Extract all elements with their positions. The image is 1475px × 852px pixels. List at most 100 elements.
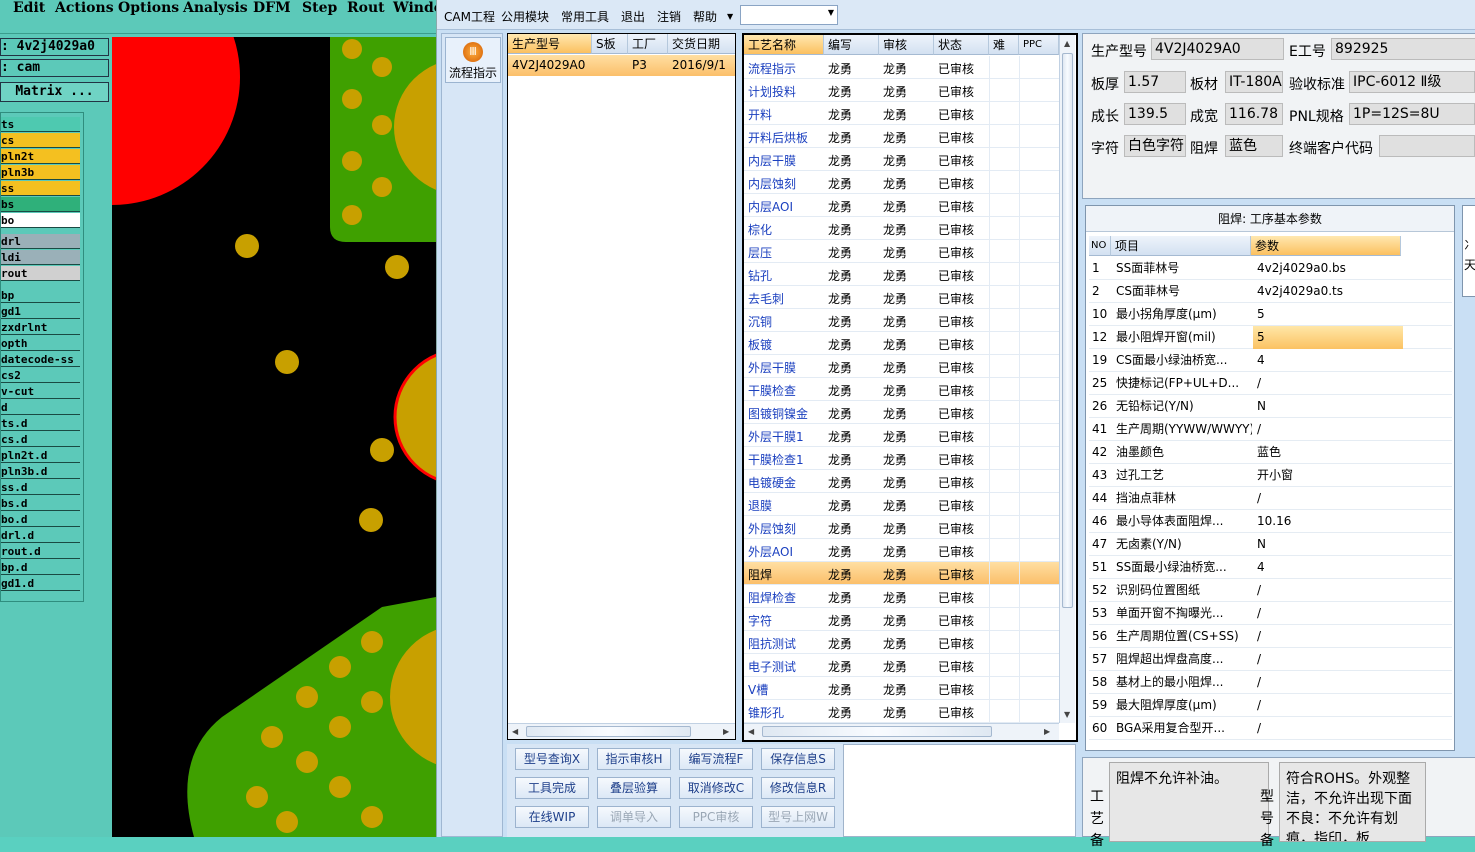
scroll-left-icon[interactable]: ◀ <box>748 727 754 736</box>
layer-row-ss[interactable]: ss <box>1 181 80 196</box>
layer-row-v-cut[interactable]: v-cut <box>1 384 80 399</box>
process-row[interactable]: 外层干膜1 龙勇 龙勇 已审核 <box>744 424 1060 447</box>
col-factory[interactable]: 工厂 <box>628 34 668 54</box>
process-note-text[interactable]: 阻焊不允许补油。 <box>1109 762 1269 842</box>
col-no[interactable]: NO <box>1089 236 1111 256</box>
process-row[interactable]: 内层干膜 龙勇 龙勇 已审核 <box>744 148 1060 171</box>
solder-mask-field[interactable]: 蓝色 <box>1225 135 1283 157</box>
layer-row-bo[interactable]: bo <box>1 213 80 228</box>
menu-cam-project[interactable]: CAM工程 <box>444 8 495 25</box>
edit-info-button[interactable]: 修改信息R <box>761 777 835 799</box>
param-row[interactable]: 43 过孔工艺 开小窗 <box>1089 464 1452 487</box>
scroll-thumb[interactable] <box>762 726 992 737</box>
customer-code-field[interactable] <box>1379 135 1475 157</box>
param-row[interactable]: 12 最小阻焊开窗(mil) 5 <box>1089 326 1452 349</box>
process-row[interactable]: 阻焊 龙勇 龙勇 已审核 <box>744 562 1060 585</box>
layer-row-rout-d[interactable]: rout.d <box>1 544 80 559</box>
scroll-right-icon[interactable]: ▶ <box>723 727 729 736</box>
menu-analysis[interactable]: Analysis <box>183 0 248 17</box>
layer-row-opth[interactable]: opth <box>1 336 80 351</box>
param-row[interactable]: 25 快捷标记(FP+UL+D... / <box>1089 372 1452 395</box>
scroll-left-icon[interactable]: ◀ <box>512 727 518 736</box>
menu-exit[interactable]: 退出 <box>621 8 645 25</box>
e-no-field[interactable]: 892925 <box>1331 38 1475 60</box>
process-row[interactable]: V槽 龙勇 龙勇 已审核 <box>744 677 1060 700</box>
legend-field[interactable]: 白色字符 <box>1124 135 1186 157</box>
process-row[interactable]: 去毛刺 龙勇 龙勇 已审核 <box>744 286 1060 309</box>
param-row[interactable]: 52 识别码位置图纸 / <box>1089 579 1452 602</box>
process-vscrollbar[interactable]: ▲ ▼ <box>1059 35 1075 723</box>
scroll-up-icon[interactable]: ▲ <box>1064 39 1070 48</box>
process-row[interactable]: 流程指示 龙勇 龙勇 已审核 <box>744 56 1060 79</box>
param-row[interactable]: 10 最小拐角厚度(μm) 5 <box>1089 303 1452 326</box>
menu-help[interactable]: 帮助 <box>693 8 717 25</box>
layer-row-ldi[interactable]: ldi <box>1 250 80 265</box>
param-row[interactable]: 56 生产周期位置(CS+SS) / <box>1089 625 1452 648</box>
process-row[interactable]: 开料后烘板 龙勇 龙勇 已审核 <box>744 125 1060 148</box>
menu-step[interactable]: Step <box>302 0 337 17</box>
order-row[interactable]: 4V2J4029A0 P3 2016/9/1 <box>508 55 735 76</box>
ppc-review-button[interactable]: PPC审核 <box>679 806 753 828</box>
param-row[interactable]: 19 CS面最小绿油桥宽... 4 <box>1089 349 1452 372</box>
model-query-button[interactable]: 型号查询X <box>515 748 589 770</box>
layer-row-datecode-ss[interactable]: datecode-ss <box>1 352 80 367</box>
process-row[interactable]: 层压 龙勇 龙勇 已审核 <box>744 240 1060 263</box>
flow-indicator-button[interactable]: Ⅲ 流程指示 <box>445 37 501 83</box>
param-row[interactable]: 46 最小导体表面阻焊... 10.16 <box>1089 510 1452 533</box>
chevron-down-icon[interactable]: ▼ <box>727 12 733 21</box>
param-row[interactable]: 2 CS面菲林号 4v2j4029a0.ts <box>1089 280 1452 303</box>
step-name-field[interactable]: : cam <box>0 59 109 77</box>
process-row[interactable]: 钻孔 龙勇 龙勇 已审核 <box>744 263 1060 286</box>
layer-row-ts-d[interactable]: ts.d <box>1 416 80 431</box>
menu-actions[interactable]: Actions <box>55 0 114 17</box>
process-row[interactable]: 沉铜 龙勇 龙勇 已审核 <box>744 309 1060 332</box>
layer-row-rout[interactable]: rout <box>1 266 80 281</box>
model-online-button[interactable]: 型号上网W <box>761 806 835 828</box>
col-difficulty[interactable]: 难 <box>989 35 1019 55</box>
import-order-button[interactable]: 调单导入 <box>597 806 671 828</box>
param-row[interactable]: 60 BGA采用复合型开... / <box>1089 717 1452 740</box>
menu-dfm[interactable]: DFM <box>253 0 291 17</box>
col-delivery-date[interactable]: 交货日期 <box>668 34 735 54</box>
col-s-board[interactable]: S板 <box>592 34 628 54</box>
param-row[interactable]: 41 生产周期(YYWW/WWYY) / <box>1089 418 1452 441</box>
process-row[interactable]: 干膜检查1 龙勇 龙勇 已审核 <box>744 447 1060 470</box>
param-row[interactable]: 58 基材上的最小阻焊... / <box>1089 671 1452 694</box>
layer-row-bo-d[interactable]: bo.d <box>1 512 80 527</box>
standard-field[interactable]: IPC-6012 Ⅱ级 <box>1349 71 1475 93</box>
order-hscrollbar[interactable]: ◀ ▶ <box>508 723 735 739</box>
process-row[interactable]: 外层干膜 龙勇 龙勇 已审核 <box>744 355 1060 378</box>
layer-row-pln2t-d[interactable]: pln2t.d <box>1 448 80 463</box>
layer-row-ss-d[interactable]: ss.d <box>1 480 80 495</box>
menu-edit[interactable]: Edit <box>13 0 45 17</box>
material-field[interactable]: IT-180A <box>1225 71 1283 93</box>
scroll-thumb[interactable] <box>1062 53 1073 608</box>
col-item[interactable]: 项目 <box>1111 236 1251 256</box>
process-row[interactable]: 内层AOI 龙勇 龙勇 已审核 <box>744 194 1060 217</box>
process-row[interactable]: 板镀 龙勇 龙勇 已审核 <box>744 332 1060 355</box>
menu-common-tools[interactable]: 常用工具 <box>561 8 609 25</box>
layer-row-d[interactable]: d <box>1 400 80 415</box>
layer-row-cs-d[interactable]: cs.d <box>1 432 80 447</box>
param-row[interactable]: 42 油墨颜色 蓝色 <box>1089 441 1452 464</box>
layer-row-bs[interactable]: bs <box>1 197 80 212</box>
process-row[interactable]: 计划投料 龙勇 龙勇 已审核 <box>744 79 1060 102</box>
param-row[interactable]: 59 最大阻焊厚度(μm) / <box>1089 694 1452 717</box>
layer-row-bs-d[interactable]: bs.d <box>1 496 80 511</box>
pnl-field[interactable]: 1P=12S=8U <box>1349 103 1475 125</box>
col-process-name[interactable]: 工艺名称 <box>744 35 824 55</box>
instruction-review-button[interactable]: 指示审核H <box>597 748 671 770</box>
process-row[interactable]: 内层蚀刻 龙勇 龙勇 已审核 <box>744 171 1060 194</box>
stackup-check-button[interactable]: 叠层验算 <box>597 777 671 799</box>
menu-common-module[interactable]: 公用模块 <box>501 8 549 25</box>
layer-row-cs2[interactable]: cs2 <box>1 368 80 383</box>
layer-row-gd1[interactable]: gd1 <box>1 304 80 319</box>
process-row[interactable]: 外层蚀刻 龙勇 龙勇 已审核 <box>744 516 1060 539</box>
width-field[interactable]: 116.78 <box>1225 103 1283 125</box>
graphic-canvas[interactable] <box>112 37 436 837</box>
tool-complete-button[interactable]: 工具完成 <box>515 777 589 799</box>
model-note-text[interactable]: 符合ROHS。外观整洁，不允许出现下面不良：不允许有划痕，指印，板 <box>1279 762 1426 842</box>
quick-select-combo[interactable]: ▼ <box>740 5 838 25</box>
scroll-down-icon[interactable]: ▼ <box>1064 710 1070 719</box>
model-field[interactable]: 4V2J4029A0 <box>1151 38 1284 60</box>
